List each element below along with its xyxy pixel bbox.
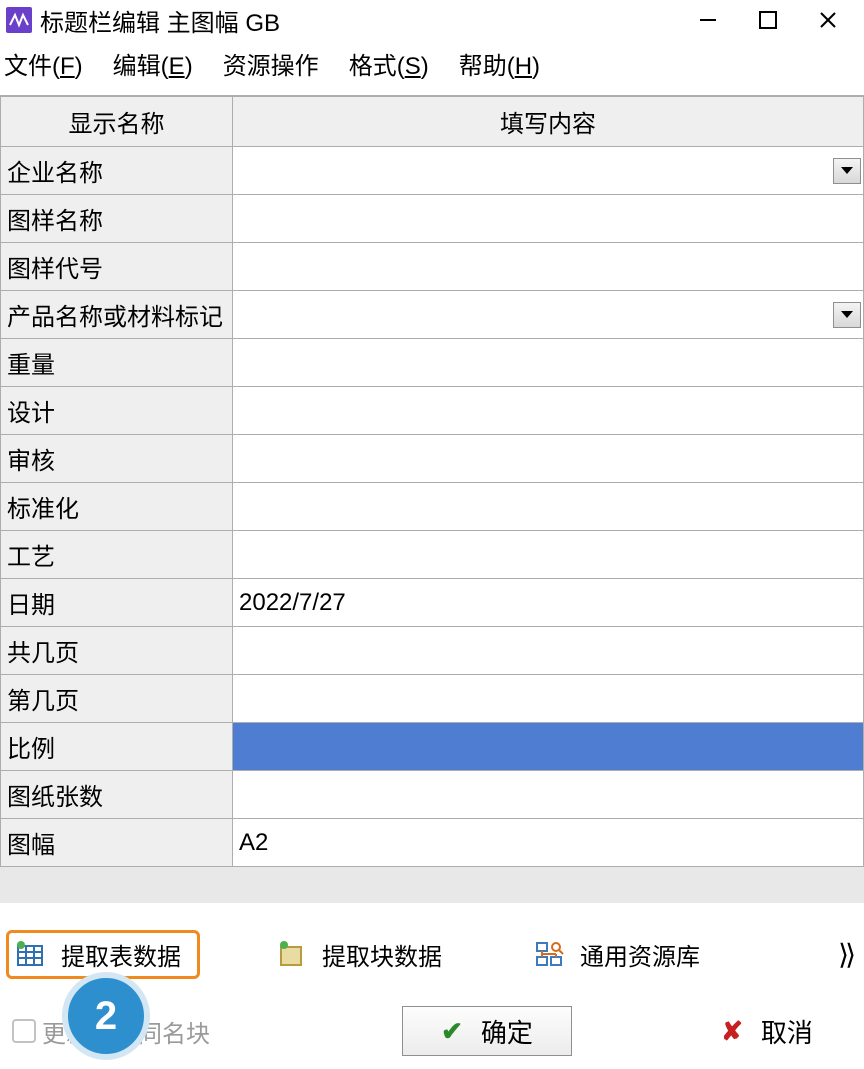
titlebar: 标题栏编辑 主图幅 GB xyxy=(0,0,864,40)
row-value-cell[interactable] xyxy=(233,195,864,243)
table-row[interactable]: 比例 xyxy=(1,723,864,771)
column-header-name[interactable]: 显示名称 xyxy=(1,97,233,147)
cancel-button[interactable]: ✘ 取消 xyxy=(682,1006,852,1056)
column-header-value[interactable]: 填写内容 xyxy=(233,97,864,147)
row-name-cell: 工艺 xyxy=(1,531,233,579)
row-name-cell: 图幅 xyxy=(1,819,233,867)
bottom-toolbar: 提取表数据 提取块数据 通用资源库 ⟩⟩ xyxy=(0,928,864,980)
table-row[interactable]: 设计 xyxy=(1,387,864,435)
menu-help[interactable]: 帮助(H) xyxy=(459,46,540,81)
app-icon xyxy=(6,7,32,33)
row-value-cell[interactable] xyxy=(233,627,864,675)
row-name-cell: 重量 xyxy=(1,339,233,387)
row-value-cell[interactable] xyxy=(233,387,864,435)
property-grid: 显示名称 填写内容 企业名称图样名称图样代号产品名称或材料标记重量设计审核标准化… xyxy=(0,95,864,903)
resource-library-button[interactable]: 通用资源库 xyxy=(528,933,716,976)
row-name-cell: 日期 xyxy=(1,579,233,627)
menu-edit[interactable]: 编辑(E) xyxy=(113,46,193,81)
row-value-cell[interactable] xyxy=(233,771,864,819)
dropdown-button[interactable] xyxy=(833,302,861,328)
window-title: 标题栏编辑 主图幅 GB xyxy=(40,3,280,38)
maximize-button[interactable] xyxy=(738,0,798,40)
library-icon xyxy=(534,940,564,968)
row-value-cell[interactable]: A2 xyxy=(233,819,864,867)
table-row[interactable]: 工艺 xyxy=(1,531,864,579)
row-name-cell: 共几页 xyxy=(1,627,233,675)
ok-button[interactable]: ✔ 确定 xyxy=(402,1006,572,1056)
cancel-label: 取消 xyxy=(761,1013,813,1050)
table-row[interactable]: 审核 xyxy=(1,435,864,483)
row-value-cell[interactable] xyxy=(233,675,864,723)
row-name-cell: 标准化 xyxy=(1,483,233,531)
row-name-cell: 企业名称 xyxy=(1,147,233,195)
menu-format[interactable]: 格式(S) xyxy=(349,46,429,81)
row-name-cell: 比例 xyxy=(1,723,233,771)
row-value-cell[interactable] xyxy=(233,243,864,291)
close-button[interactable] xyxy=(798,0,858,40)
table-row[interactable]: 企业名称 xyxy=(1,147,864,195)
row-name-cell: 产品名称或材料标记 xyxy=(1,291,233,339)
row-name-cell: 图纸张数 xyxy=(1,771,233,819)
extract-block-data-button[interactable]: 提取块数据 xyxy=(270,933,458,976)
menubar: 文件(F) 编辑(E) 资源操作 格式(S) 帮助(H) xyxy=(0,40,864,95)
row-name-cell: 图样代号 xyxy=(1,243,233,291)
row-value-cell[interactable]: 2022/7/27 xyxy=(233,579,864,627)
row-value-cell[interactable] xyxy=(233,339,864,387)
table-row[interactable]: 重量 xyxy=(1,339,864,387)
table-row[interactable]: 图样名称 xyxy=(1,195,864,243)
table-row[interactable]: 第几页 xyxy=(1,675,864,723)
extract-table-data-label: 提取表数据 xyxy=(61,937,181,972)
checkbox-box[interactable] xyxy=(12,1019,36,1043)
step-badge: 2 xyxy=(62,972,150,1060)
table-row[interactable]: 共几页 xyxy=(1,627,864,675)
minimize-button[interactable] xyxy=(678,0,738,40)
check-icon: ✔ xyxy=(441,1016,463,1047)
dropdown-button[interactable] xyxy=(833,158,861,184)
extract-block-data-label: 提取块数据 xyxy=(322,937,442,972)
table-row[interactable]: 图样代号 xyxy=(1,243,864,291)
row-value-cell[interactable] xyxy=(233,147,864,195)
cross-icon: ✘ xyxy=(721,1016,743,1047)
row-value-cell[interactable] xyxy=(233,435,864,483)
table-icon xyxy=(15,940,45,968)
table-row[interactable]: 产品名称或材料标记 xyxy=(1,291,864,339)
table-row[interactable]: 标准化 xyxy=(1,483,864,531)
row-name-cell: 设计 xyxy=(1,387,233,435)
table-row[interactable]: 图幅A2 xyxy=(1,819,864,867)
row-name-cell: 审核 xyxy=(1,435,233,483)
row-name-cell: 第几页 xyxy=(1,675,233,723)
row-name-cell: 图样名称 xyxy=(1,195,233,243)
menu-file[interactable]: 文件(F) xyxy=(4,46,83,81)
more-icon[interactable]: ⟩⟩ xyxy=(838,938,858,971)
row-value-cell[interactable] xyxy=(233,483,864,531)
resource-library-label: 通用资源库 xyxy=(580,937,700,972)
row-value-cell[interactable] xyxy=(233,723,864,771)
row-value-cell[interactable] xyxy=(233,291,864,339)
row-value-cell[interactable] xyxy=(233,531,864,579)
menu-resource[interactable]: 资源操作 xyxy=(223,46,319,81)
ok-label: 确定 xyxy=(481,1013,533,1050)
table-row[interactable]: 图纸张数 xyxy=(1,771,864,819)
table-row[interactable]: 日期2022/7/27 xyxy=(1,579,864,627)
block-icon xyxy=(276,940,306,968)
